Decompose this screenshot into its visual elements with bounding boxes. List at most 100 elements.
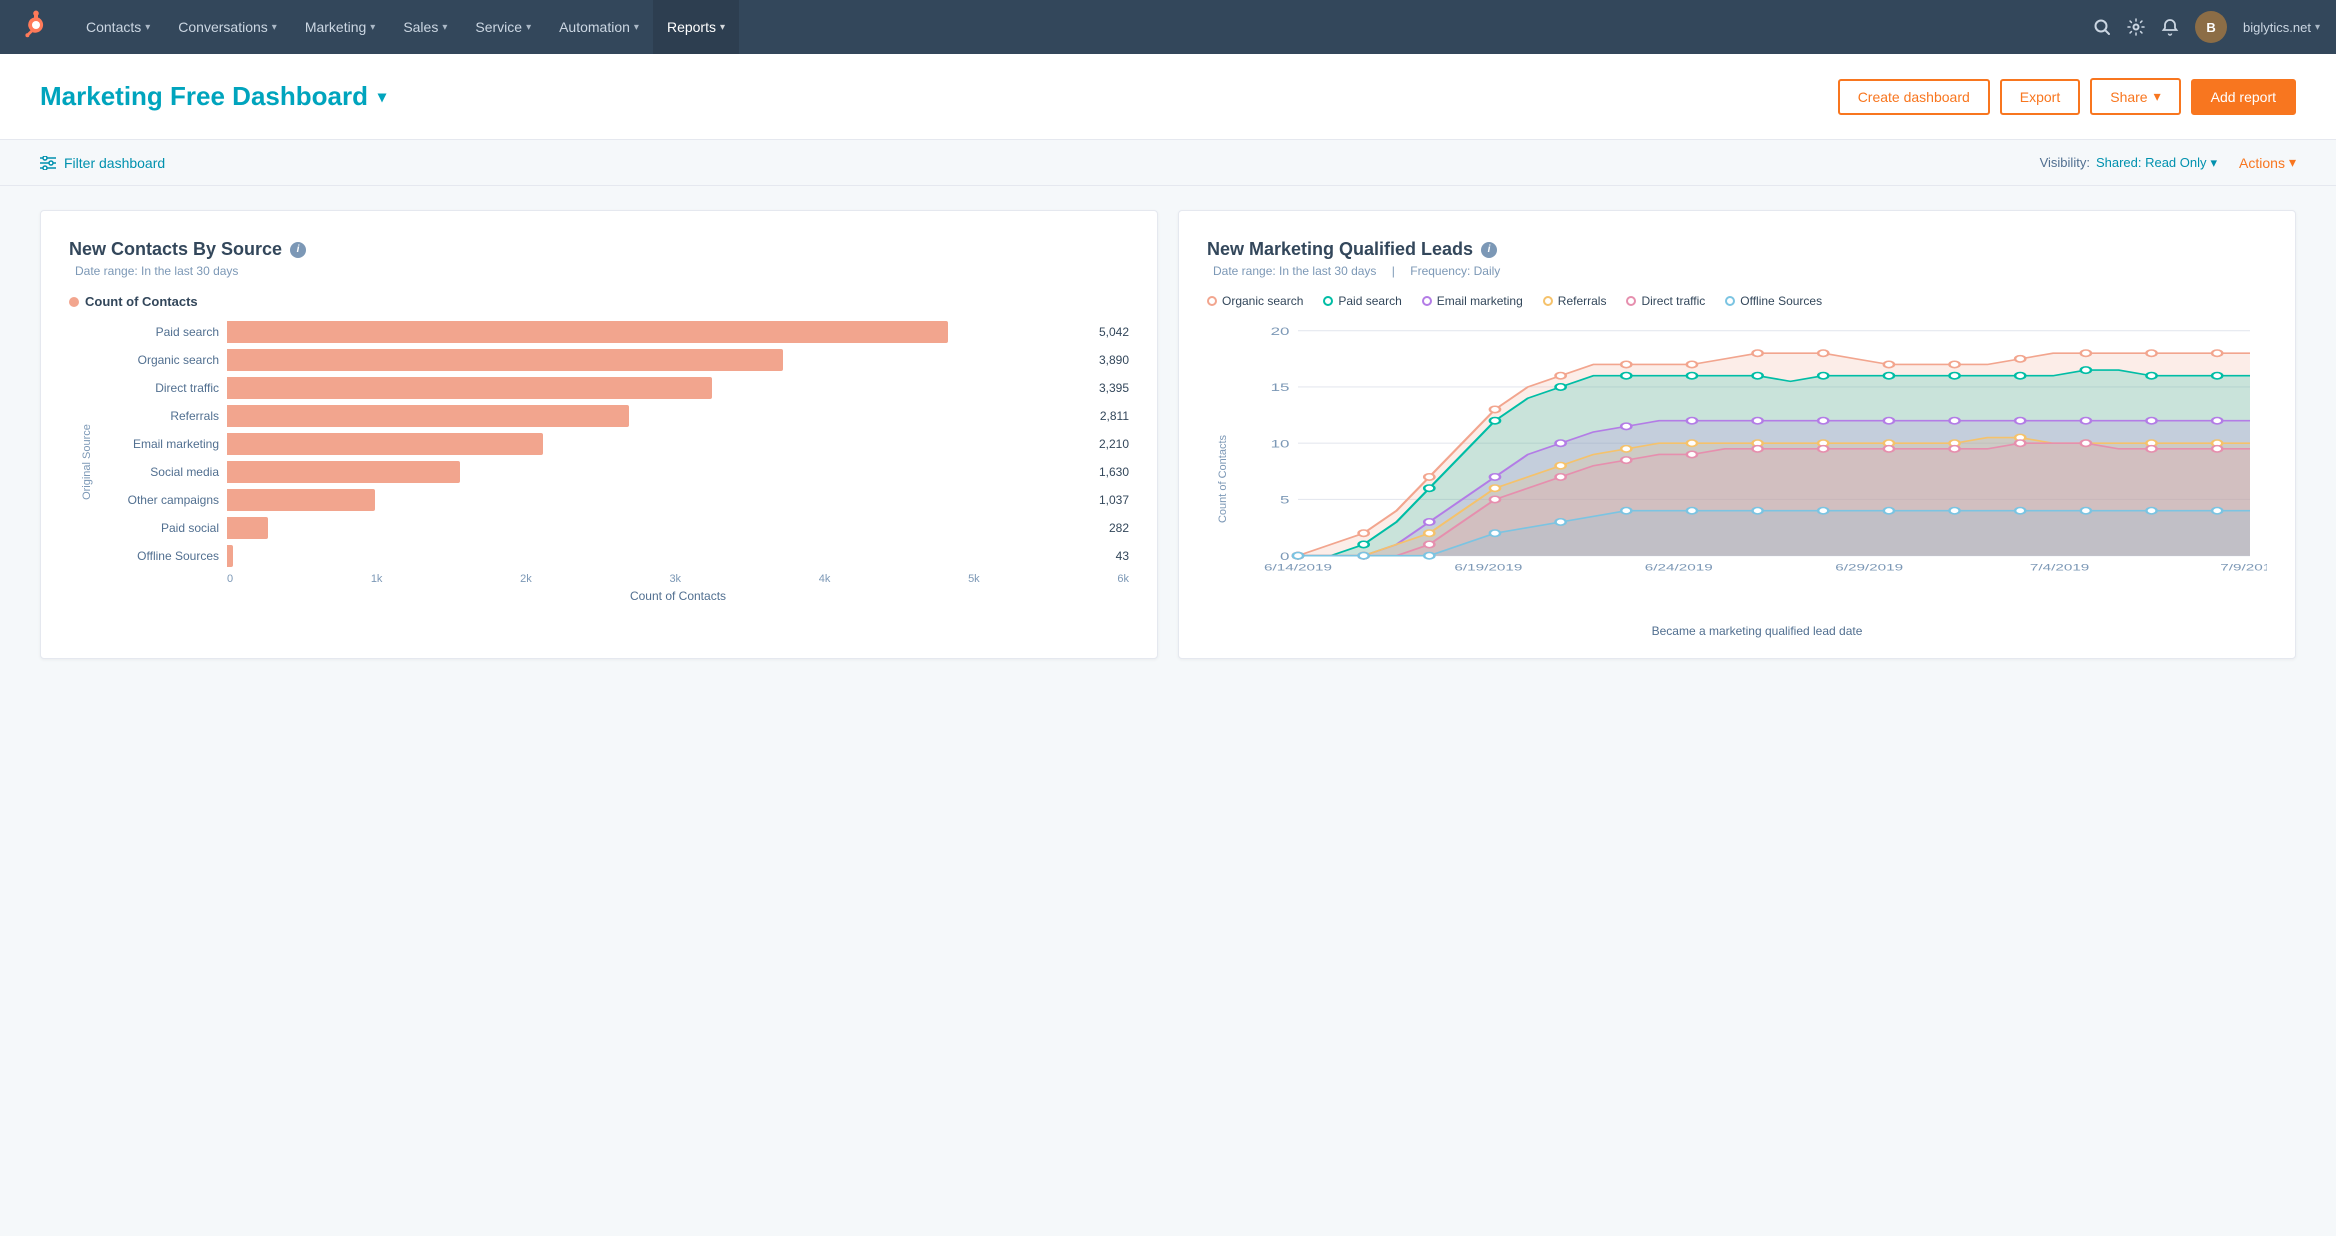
- legend-label: Organic search: [1222, 294, 1303, 308]
- bar-value: 5,042: [1099, 325, 1129, 339]
- bar-row: Email marketing 2,210: [89, 433, 1129, 455]
- actions-button[interactable]: Actions ▾: [2239, 154, 2296, 171]
- svg-text:6/29/2019: 6/29/2019: [1835, 562, 1903, 573]
- nav-right: B biglytics.net ▾: [2093, 11, 2320, 43]
- bar-chart: Paid search 5,042 Organic search 3,890 D…: [89, 321, 1129, 567]
- svg-text:7/9/2019: 7/9/2019: [2220, 562, 2267, 573]
- bar-chart-title: New Contacts By Source i: [69, 239, 1129, 260]
- search-icon[interactable]: [2093, 18, 2111, 36]
- navbar: Contacts ▾ Conversations ▾ Marketing ▾ S…: [0, 0, 2336, 54]
- nav-item-conversations[interactable]: Conversations ▾: [164, 0, 291, 54]
- legend-circle: [1422, 296, 1432, 306]
- filter-dashboard-button[interactable]: Filter dashboard: [40, 155, 165, 171]
- svg-text:20: 20: [1271, 326, 1290, 338]
- bar-label: Referrals: [89, 409, 219, 423]
- line-chart-svg: 051015206/14/20196/19/20196/24/20196/29/…: [1247, 320, 2267, 620]
- nav-item-marketing[interactable]: Marketing ▾: [291, 0, 390, 54]
- filter-right: Visibility: Shared: Read Only ▾ Actions …: [2040, 154, 2296, 171]
- gear-icon[interactable]: [2127, 18, 2145, 36]
- chevron-down-icon: ▾: [2289, 154, 2296, 171]
- svg-text:6/14/2019: 6/14/2019: [1264, 562, 1332, 573]
- share-button[interactable]: Share ▾: [2090, 78, 2180, 115]
- y-axis-label: Original Source: [81, 424, 93, 500]
- legend-item: Direct traffic: [1626, 294, 1705, 308]
- nav-domain[interactable]: biglytics.net ▾: [2243, 20, 2320, 35]
- legend-label: Paid search: [1338, 294, 1401, 308]
- header-actions: Create dashboard Export Share ▾ Add repo…: [1838, 78, 2296, 115]
- chevron-down-icon: ▾: [2315, 22, 2320, 33]
- bar-value: 1,037: [1099, 493, 1129, 507]
- legend-circle: [1725, 296, 1735, 306]
- line-chart-card: New Marketing Qualified Leads i Date ran…: [1178, 210, 2296, 659]
- hubspot-logo[interactable]: [16, 7, 52, 48]
- add-report-button[interactable]: Add report: [2191, 79, 2296, 115]
- notifications-icon[interactable]: [2161, 18, 2179, 36]
- chevron-down-icon: ▾: [2211, 155, 2218, 171]
- legend-label: Referrals: [1558, 294, 1607, 308]
- dashboard-grid: New Contacts By Source i Date range: In …: [0, 186, 2336, 683]
- bar-track: [227, 349, 1085, 371]
- line-chart-container: 051015206/14/20196/19/20196/24/20196/29/…: [1247, 320, 2267, 620]
- svg-text:6/19/2019: 6/19/2019: [1454, 562, 1522, 573]
- bar-row: Offline Sources 43: [89, 545, 1129, 567]
- avatar[interactable]: B: [2195, 11, 2227, 43]
- nav-item-reports[interactable]: Reports ▾: [653, 0, 739, 54]
- bar-row: Referrals 2,811: [89, 405, 1129, 427]
- bar-chart-card: New Contacts By Source i Date range: In …: [40, 210, 1158, 659]
- bar-track: [227, 377, 1085, 399]
- chevron-down-icon: ▾: [378, 87, 386, 107]
- bar-label: Organic search: [89, 353, 219, 367]
- legend-circle: [1626, 296, 1636, 306]
- svg-text:5: 5: [1280, 495, 1290, 507]
- bar-chart-subtitle: Date range: In the last 30 days: [69, 264, 1129, 278]
- bar-fill: [227, 405, 629, 427]
- bar-value: 282: [1109, 521, 1129, 535]
- nav-items: Contacts ▾ Conversations ▾ Marketing ▾ S…: [72, 0, 2093, 54]
- create-dashboard-button[interactable]: Create dashboard: [1838, 79, 1990, 115]
- bar-track: [227, 489, 1085, 511]
- bar-value: 1,630: [1099, 465, 1129, 479]
- bar-row: Organic search 3,890: [89, 349, 1129, 371]
- visibility-value[interactable]: Shared: Read Only ▾: [2096, 155, 2217, 171]
- axis-tick: 2k: [520, 573, 532, 585]
- bar-value: 3,395: [1099, 381, 1129, 395]
- bar-fill: [227, 517, 268, 539]
- chevron-down-icon: ▾: [2154, 88, 2161, 105]
- svg-text:15: 15: [1271, 382, 1290, 394]
- bar-fill: [227, 461, 460, 483]
- nav-item-sales[interactable]: Sales ▾: [389, 0, 461, 54]
- page-title[interactable]: Marketing Free Dashboard ▾: [40, 81, 386, 112]
- bar-value: 3,890: [1099, 353, 1129, 367]
- axis-tick: 4k: [819, 573, 831, 585]
- bar-chart-legend: Count of Contacts: [69, 294, 1129, 309]
- info-icon[interactable]: i: [1481, 242, 1497, 258]
- bar-fill: [227, 349, 783, 371]
- export-button[interactable]: Export: [2000, 79, 2080, 115]
- bar-row: Paid social 282: [89, 517, 1129, 539]
- info-icon[interactable]: i: [290, 242, 306, 258]
- line-chart-subtitle: Date range: In the last 30 days | Freque…: [1207, 264, 2267, 278]
- bar-row: Social media 1,630: [89, 461, 1129, 483]
- bar-label: Offline Sources: [89, 549, 219, 563]
- bar-fill: [227, 433, 543, 455]
- axis-tick: 0: [227, 573, 233, 585]
- bar-chart-area: Original Source Paid search 5,042 Organi…: [69, 321, 1129, 603]
- bar-value: 43: [1116, 549, 1129, 563]
- legend-item: Offline Sources: [1725, 294, 1822, 308]
- nav-item-contacts[interactable]: Contacts ▾: [72, 0, 164, 54]
- axis-tick: 5k: [968, 573, 980, 585]
- line-chart-wrapper: Count of Contacts 051015206/14/20196/19/…: [1207, 320, 2267, 638]
- legend-label: Direct traffic: [1641, 294, 1705, 308]
- bar-label: Other campaigns: [89, 493, 219, 507]
- visibility-label: Visibility:: [2040, 155, 2090, 170]
- chevron-down-icon: ▾: [370, 22, 375, 33]
- line-chart-legend: Organic search Paid search Email marketi…: [1207, 294, 2267, 308]
- nav-item-automation[interactable]: Automation ▾: [545, 0, 653, 54]
- nav-item-service[interactable]: Service ▾: [461, 0, 545, 54]
- legend-item: Organic search: [1207, 294, 1303, 308]
- chevron-down-icon: ▾: [634, 22, 639, 33]
- line-chart-title: New Marketing Qualified Leads i: [1207, 239, 2267, 260]
- bar-label: Social media: [89, 465, 219, 479]
- bar-track: [227, 405, 1086, 427]
- svg-text:7/4/2019: 7/4/2019: [2030, 562, 2089, 573]
